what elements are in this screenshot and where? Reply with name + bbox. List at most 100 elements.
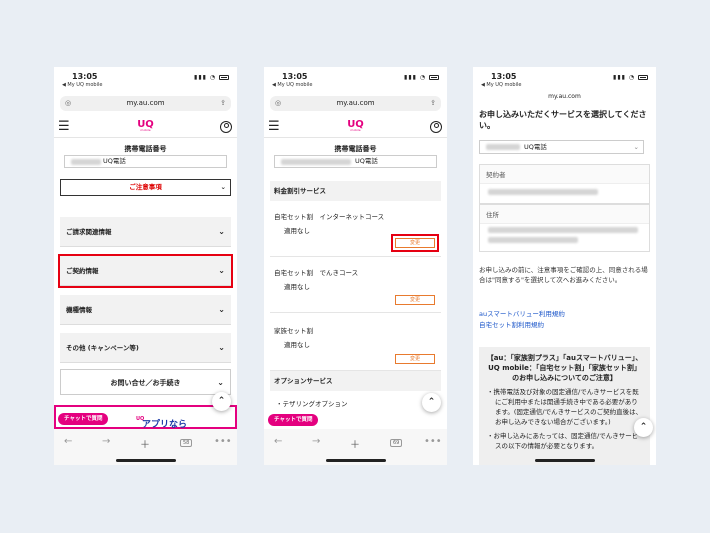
battery-icon — [638, 75, 648, 80]
chevron-down-icon: ⌄ — [218, 227, 225, 236]
forward-icon[interactable]: → — [102, 436, 110, 447]
scroll-top-button[interactable]: ⌃ — [422, 393, 441, 412]
notice-text: お申し込みの前に、注意事項をご確認の上、同意される場合は"同意する"を選択して次… — [479, 266, 648, 284]
caution-title: 【au：「家族割プラス」「auスマートバリュー」、UQ mobile：「自宅セッ… — [486, 354, 643, 382]
status-bar: 13:05 ◀ My UQ mobile ▮▮▮ ◔ — [54, 72, 237, 90]
caution-item: ・携帯電話及び対象の固定通信/でんきサービスを既にご利用中または開通手続き中であ… — [487, 388, 643, 426]
tel-number-select[interactable]: UQ電話 — [274, 155, 437, 168]
page-title: お申し込みいただくサービスを選択してください。 — [479, 110, 647, 130]
terms-link-smartvalue[interactable]: auスマートバリュー利用規約 — [479, 308, 565, 318]
service-status: 適用なし — [284, 283, 310, 291]
account-icon[interactable] — [220, 121, 232, 133]
chevron-down-icon: ⌄ — [220, 183, 226, 191]
scroll-top-button[interactable]: ⌃ — [212, 392, 231, 411]
masked-number — [281, 159, 351, 165]
home-indicator — [534, 459, 595, 462]
url-text: my.au.com — [126, 99, 165, 107]
accordion-contract[interactable]: ご契約情報 ⌄ — [58, 254, 233, 288]
chat-button[interactable]: チャットで質問 — [268, 414, 319, 426]
back-icon[interactable]: ← — [274, 436, 282, 447]
chevron-down-icon: ⌄ — [633, 143, 639, 151]
service-row: 自宅セット割 でんきコース 適用なし 変更 — [270, 261, 441, 313]
menu-icon[interactable]: ☰ — [268, 120, 280, 133]
back-icon[interactable]: ← — [64, 436, 72, 447]
chevron-down-icon: ⌄ — [218, 266, 225, 275]
uq-logo[interactable]: UQ mobile — [137, 120, 154, 132]
masked-number — [71, 159, 101, 165]
account-icon[interactable] — [430, 121, 442, 133]
discount-section-header: 料金割引サービス — [270, 181, 441, 201]
service-row: 家族セット割 適用なし 変更 — [270, 319, 441, 371]
contractor-card: 契約者 — [479, 164, 650, 204]
caution-item-text: お申し込みにあたっては、固定通信/でんきサービスの以下の情報が必要となります。 — [493, 432, 639, 450]
accordion-device[interactable]: 機種情報 ⌄ — [60, 295, 231, 325]
chevron-down-icon: ⌄ — [218, 305, 225, 314]
accordion-other[interactable]: その他 (キャンペーン等) ⌄ — [60, 333, 231, 363]
accordion-billing[interactable]: ご請求関連情報 ⌄ — [60, 217, 231, 247]
option-section-header: オプションサービス — [270, 371, 441, 391]
accordion-label: ご契約情報 — [66, 267, 99, 275]
notice-label: ご注意事項 — [129, 183, 162, 191]
tabs-icon[interactable]: 69 — [390, 439, 403, 447]
caution-item: ・お申し込みにあたっては、固定通信/でんきサービスの以下の情報が必要となります。 — [487, 432, 639, 450]
service-row: 自宅セット割 インターネットコース 適用なし 変更 — [270, 205, 441, 257]
line-select[interactable]: UQ電話 ⌄ — [479, 140, 644, 154]
select-value: UQ電話 — [524, 143, 547, 151]
back-to-app-link[interactable]: ◀ My UQ mobile — [272, 82, 312, 88]
uq-logo[interactable]: UQ mobile — [347, 120, 364, 132]
share-icon[interactable]: ⇪ — [430, 96, 436, 111]
screen-3: 13:05 ◀ My UQ mobile ▮▮▮ ◔ my.au.com お申し… — [473, 67, 656, 465]
inquiry-button[interactable]: お問い合せ／お手続き ⌄ — [60, 369, 231, 395]
address-bar[interactable]: ◎ my.au.com ⇪ — [60, 96, 231, 111]
url-text[interactable]: my.au.com — [473, 93, 656, 100]
change-button[interactable]: 変更 — [395, 354, 435, 364]
site-header: ☰ UQ mobile — [264, 118, 447, 138]
caution-item-text: 携帯電話及び対象の固定通信/でんきサービスを既にご利用中または開通手続き中である… — [493, 388, 643, 426]
new-tab-icon[interactable]: ＋ — [350, 436, 360, 451]
battery-icon — [429, 75, 439, 80]
accordion-label: その他 (キャンペーン等) — [66, 344, 139, 352]
back-to-app-link[interactable]: ◀ My UQ mobile — [62, 82, 102, 88]
menu-icon[interactable]: ☰ — [58, 120, 70, 133]
tel-number-select[interactable]: UQ電話 — [64, 155, 227, 168]
reader-icon[interactable]: ◎ — [65, 96, 71, 111]
address-card: 住所 — [479, 204, 650, 252]
change-button[interactable]: 変更 — [391, 234, 439, 252]
terms-link-homeset[interactable]: 自宅セット割利用規約 — [479, 319, 544, 329]
back-to-app-link[interactable]: ◀ My UQ mobile — [481, 82, 521, 88]
inquiry-label: お問い合せ／お手続き — [110, 379, 181, 387]
forward-icon[interactable]: → — [312, 436, 320, 447]
masked-address — [488, 237, 578, 243]
contractor-label: 契約者 — [480, 165, 649, 184]
status-time: 13:05 — [72, 72, 98, 81]
more-icon[interactable]: ••• — [214, 436, 232, 447]
more-icon[interactable]: ••• — [424, 436, 442, 447]
status-time: 13:05 — [491, 72, 517, 81]
status-bar: 13:05 ◀ My UQ mobile ▮▮▮ ◔ — [264, 72, 447, 90]
address-label: 住所 — [480, 205, 649, 224]
masked-name — [488, 189, 598, 195]
battery-icon — [219, 75, 229, 80]
new-tab-icon[interactable]: ＋ — [140, 436, 150, 451]
status-icons: ▮▮▮ ◔ — [613, 74, 648, 81]
accordion-label: ご請求関連情報 — [66, 228, 112, 236]
home-indicator — [115, 459, 176, 462]
change-button[interactable]: 変更 — [395, 295, 435, 305]
service-name: 家族セット割 — [274, 327, 313, 335]
screen-2: 13:05 ◀ My UQ mobile ▮▮▮ ◔ ◎ my.au.com ⇪… — [264, 67, 447, 465]
notice-button[interactable]: ご注意事項 ⌄ — [60, 179, 231, 196]
scroll-top-button[interactable]: ⌃ — [634, 418, 653, 437]
chat-button[interactable]: チャットで質問 — [58, 413, 109, 425]
caution-box: 【au：「家族割プラス」「auスマートバリュー」、UQ mobile：「自宅セッ… — [479, 347, 650, 465]
tabs-icon[interactable]: 58 — [180, 439, 193, 447]
service-status: 適用なし — [284, 341, 310, 349]
status-time: 13:05 — [282, 72, 308, 81]
home-indicator — [325, 459, 386, 462]
address-bar[interactable]: ◎ my.au.com ⇪ — [270, 96, 441, 111]
masked-number — [486, 144, 520, 150]
reader-icon[interactable]: ◎ — [275, 96, 281, 111]
site-header: ☰ UQ mobile — [54, 118, 237, 138]
browser-toolbar: ← → ＋ 69 ••• — [264, 429, 447, 465]
masked-address — [488, 227, 638, 233]
share-icon[interactable]: ⇪ — [220, 96, 226, 111]
